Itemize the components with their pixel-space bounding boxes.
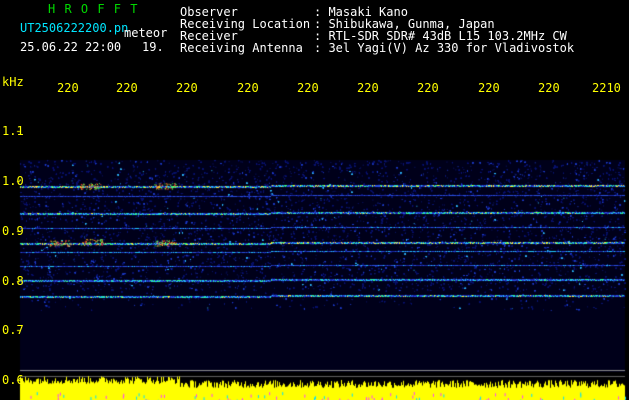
y-tick-label: 1.0 [2,174,24,188]
y-tick-label: 0.9 [2,224,24,238]
x-tick-label: 220 [357,81,379,95]
x-tick-label: 220 [538,81,560,95]
spectrogram [0,0,629,400]
y-tick-label: 1.1 [2,124,24,138]
date-time: 25.06.22 22:00 [20,40,122,54]
x-tick-label: 220 [57,81,79,95]
x-tick-label: 220 [176,81,198,95]
x-tick-label: 220 [237,81,259,95]
count-suffix: 19. [142,40,164,54]
filename: UT2506222200.pn [20,21,129,35]
y-tick-label: 0.6 [2,373,24,387]
y-tick-label: 0.7 [2,323,24,337]
x-tick-label: 220 [116,81,138,95]
program-title: H R O F F T [48,2,139,16]
y-axis-unit: kHz [2,75,24,89]
y-tick-label: 0.8 [2,274,24,288]
x-tick-label: 2210 [592,81,621,95]
x-tick-label: 220 [478,81,500,95]
info-label-antenna: Receiving Antenna [180,41,303,55]
info-value-antenna: : 3el Yagi(V) Az 330 for Vladivostok [314,41,575,55]
meteor-label: meteor [124,26,168,40]
x-tick-label: 220 [297,81,319,95]
x-tick-label: 220 [417,81,439,95]
